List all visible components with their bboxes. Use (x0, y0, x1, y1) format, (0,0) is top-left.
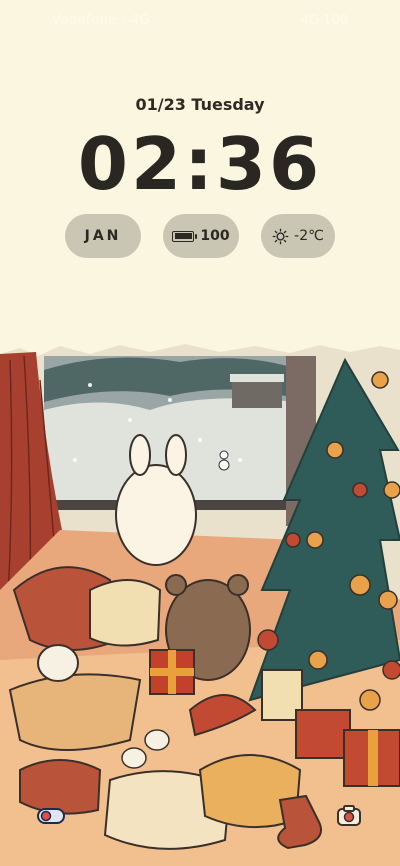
month-widget[interactable]: JAN (65, 214, 141, 258)
camera-icon (337, 805, 361, 826)
status-icons-text: 4G 100 (300, 13, 348, 28)
status-bar: Vodafone · 4G 4G 100 (0, 0, 400, 40)
battery-level: 100 (200, 228, 230, 244)
month-label: JAN (84, 228, 122, 244)
temperature-label: -2℃ (294, 228, 324, 244)
widget-row: JAN 100 -2℃ (0, 214, 400, 258)
flashlight-icon (37, 808, 65, 824)
flashlight-button[interactable] (35, 800, 67, 832)
lockscreen-date: 01/23 Tuesday (135, 95, 265, 114)
wallpaper-illustration (0, 344, 400, 866)
weather-widget[interactable]: -2℃ (261, 214, 335, 258)
battery-icon (172, 230, 198, 242)
camera-button[interactable] (333, 800, 365, 832)
sun-icon (272, 228, 289, 244)
carrier-text: Vodafone · 4G (52, 13, 151, 28)
battery-widget[interactable]: 100 (163, 214, 239, 258)
lockscreen-clock: 02:36 (77, 122, 323, 206)
